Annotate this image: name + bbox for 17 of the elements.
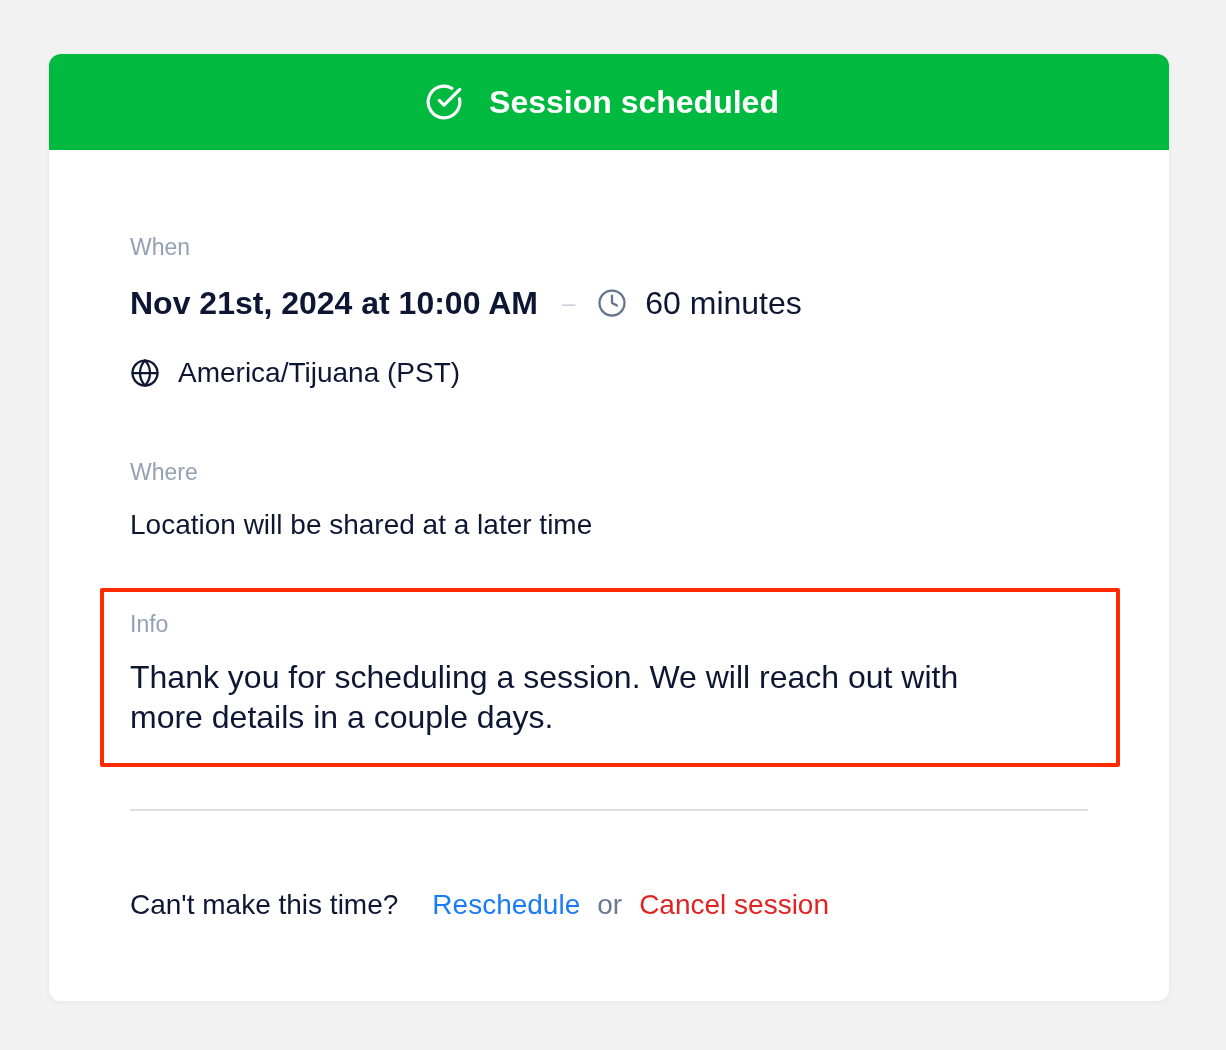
separator-dash: –	[561, 288, 576, 318]
check-circle-icon	[425, 83, 464, 121]
globe-icon	[130, 358, 160, 388]
session-datetime: Nov 21st, 2024 at 10:00 AM	[130, 284, 538, 323]
section-label: When	[130, 233, 192, 261]
cancel-link[interactable]: Cancel session	[639, 889, 829, 921]
session-duration: 60 minutes	[645, 284, 802, 323]
location-text: Location will be shared at a later time	[130, 509, 594, 541]
section-label: Info	[130, 610, 170, 638]
banner-title: Session scheduled	[489, 83, 779, 122]
section-label: Where	[130, 458, 199, 486]
timezone-text: America/Tijuana (PST)	[178, 357, 461, 389]
clock-icon	[597, 288, 628, 318]
or-text: or	[597, 889, 623, 921]
reschedule-prompt: Can't make this time?	[130, 889, 399, 921]
reschedule-link[interactable]: Reschedule	[432, 889, 581, 921]
info-message: Thank you for scheduling a session. We will reach out with more details in a couple days.	[130, 658, 960, 737]
